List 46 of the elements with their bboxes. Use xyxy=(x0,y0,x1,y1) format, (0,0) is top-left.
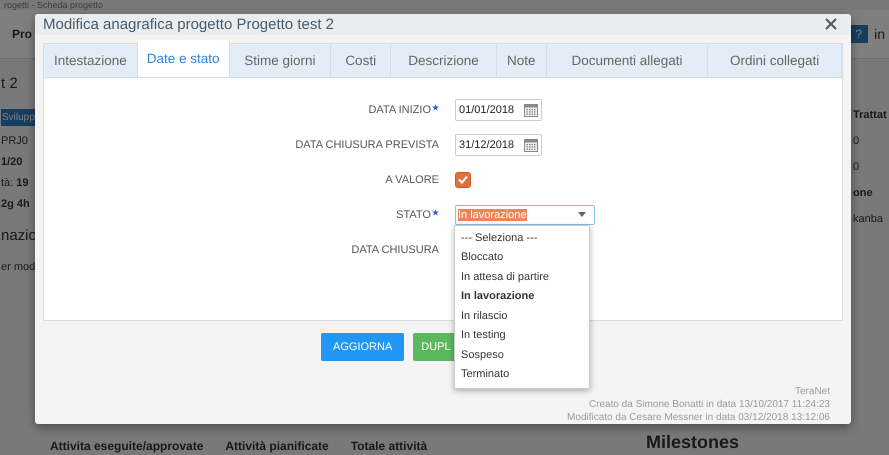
page-text: nazio xyxy=(1,227,37,244)
status-select[interactable]: In lavorazione xyxy=(455,204,595,224)
page-text: 2g 4h xyxy=(1,198,30,210)
breadcrumb: rogetti - Scheda progetto xyxy=(3,0,104,10)
footer-text: TeraNet xyxy=(794,385,830,398)
page-title: Pro xyxy=(12,27,32,41)
user-name: in xyxy=(874,26,885,42)
page-text: 0 xyxy=(853,135,860,147)
calendar-icon[interactable] xyxy=(524,138,538,152)
dropdown-option[interactable]: Bloccato xyxy=(455,248,589,268)
footer-text: Modificato da Cesare Messner in data 03/12/2018 13:12:06 xyxy=(567,411,830,424)
field-label: A VALORE xyxy=(385,174,439,186)
legend-item: Attività pianificate xyxy=(225,439,329,453)
check-icon xyxy=(458,175,468,184)
dropdown-option[interactable]: In attesa di partire xyxy=(455,268,589,287)
checkbox[interactable] xyxy=(455,172,471,188)
panel-title: Milestones xyxy=(646,432,739,453)
field-label: DATA INIZIO xyxy=(368,104,431,116)
dropdown-option[interactable]: In rilascio xyxy=(455,306,589,326)
legend-item: Totale attività xyxy=(350,439,428,453)
close-button[interactable] xyxy=(825,18,839,32)
field-label: DATA CHIUSURA PREVISTA xyxy=(295,138,439,150)
date-field[interactable]: 31/12/2018 xyxy=(455,134,542,156)
tab[interactable]: Date e stato xyxy=(138,40,230,77)
page-text: 0 xyxy=(853,161,860,173)
field-label: DATA CHIUSURA xyxy=(351,244,439,256)
status-badge: Svilupp xyxy=(1,109,36,126)
page-text: Trattat xyxy=(853,109,887,121)
page-text: er mod xyxy=(1,261,36,273)
page-text: t 2 xyxy=(1,75,18,92)
caret-icon xyxy=(578,212,586,217)
page-text: one xyxy=(853,187,873,199)
field-label: STATO xyxy=(396,208,431,220)
dialog-title: Modifica anagrafica progetto Progetto test 2 xyxy=(43,16,334,33)
page-text: kanba xyxy=(853,213,883,225)
footer-text: Creato da Simone Bonatti in data 13/10/2017 11:24:23 xyxy=(588,398,830,411)
dropdown-option[interactable]: In lavorazione xyxy=(455,287,589,306)
dropdown-option[interactable]: --- Seleziona --- xyxy=(455,228,589,248)
page-text: 1/20 xyxy=(1,156,22,168)
page-text: tà: 19 xyxy=(1,177,29,189)
calendar-icon[interactable] xyxy=(524,102,538,116)
action-button[interactable]: AGGIORNA xyxy=(321,333,404,361)
date-field[interactable]: 01/01/2018 xyxy=(455,98,542,120)
legend-item: Attivita eseguite/approvate xyxy=(50,439,204,453)
dropdown-option[interactable]: Terminato xyxy=(455,365,589,384)
page-text: PRJ0 xyxy=(1,135,28,147)
